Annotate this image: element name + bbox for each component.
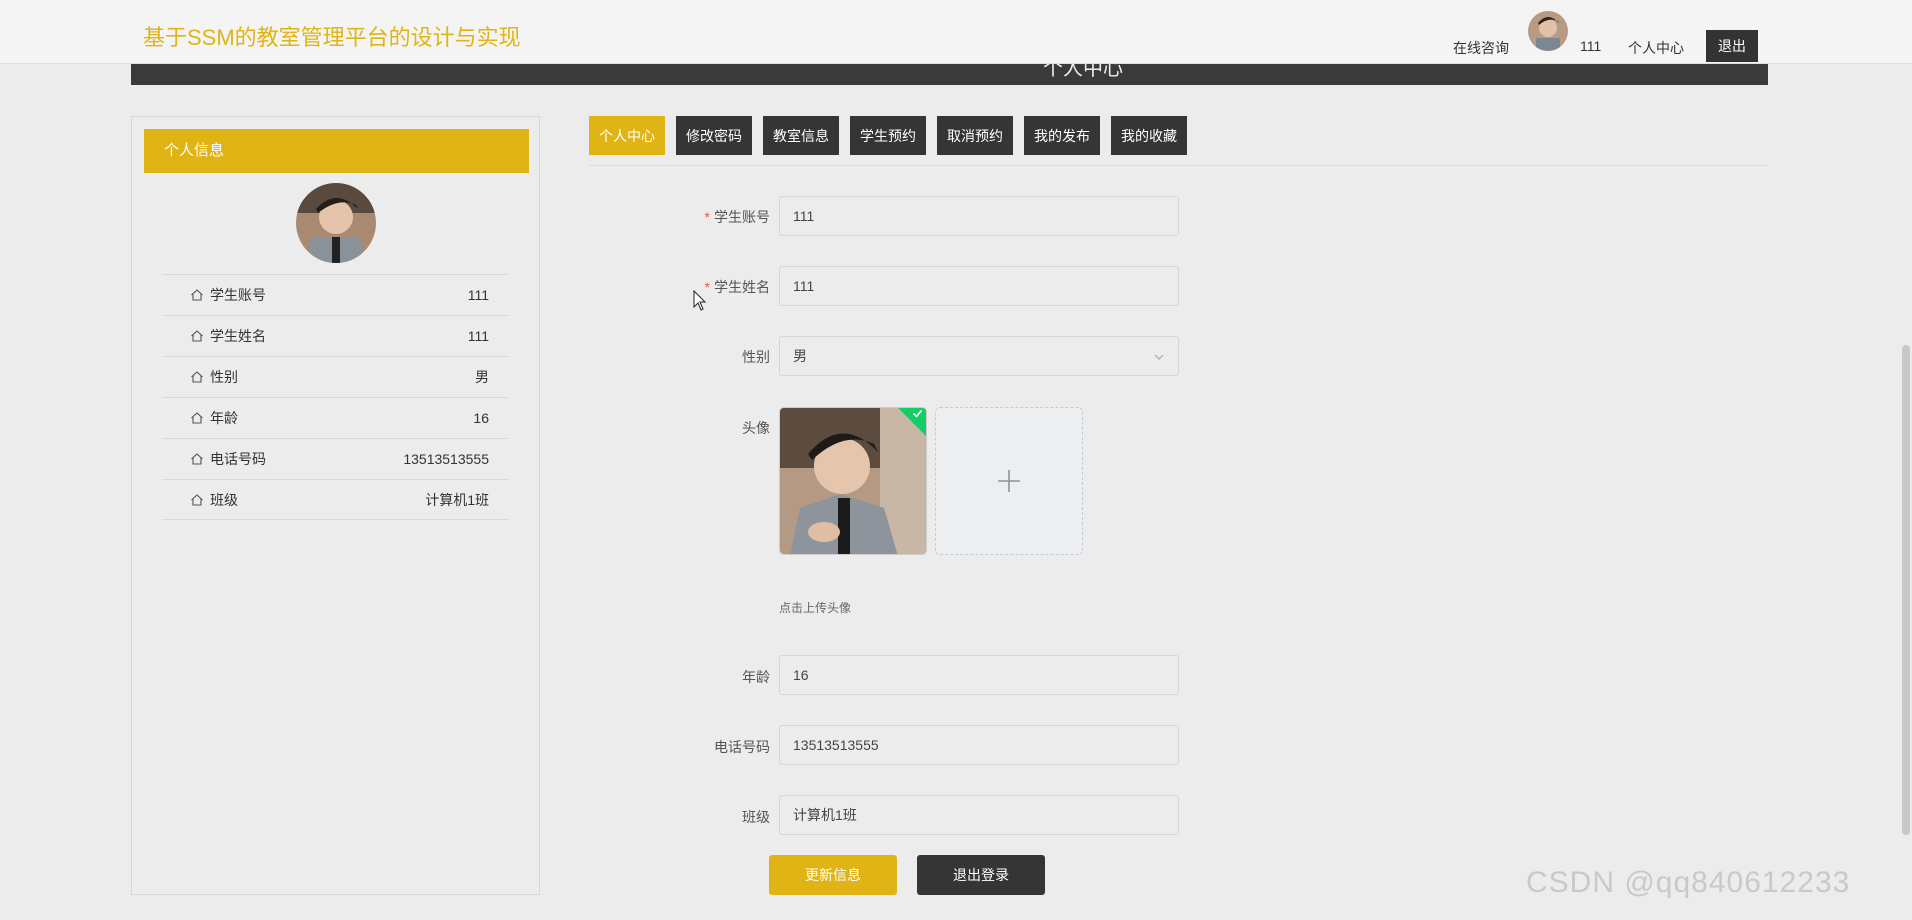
- info-value-name: 111: [467, 328, 489, 344]
- info-label-gender: 性别: [210, 369, 238, 385]
- account-label: * 学生账号: [704, 209, 770, 225]
- age-label: 年龄: [742, 669, 770, 685]
- page-scrollbar[interactable]: [1902, 345, 1910, 835]
- tab-my-posts[interactable]: 我的发布: [1024, 116, 1100, 155]
- tab-cancel-booking[interactable]: 取消预约: [937, 116, 1013, 155]
- info-row-name: 学生姓名 111: [162, 315, 509, 356]
- header-logout-button[interactable]: 退出: [1706, 30, 1758, 62]
- profile-panel: 个人信息 学生账号 111 学生姓名 111 性别 男 年龄 16 电话号码 1…: [131, 116, 540, 895]
- tab-my-favorites[interactable]: 我的收藏: [1111, 116, 1187, 155]
- info-row-account: 学生账号 111: [162, 274, 509, 315]
- profile-tabs: 个人中心 修改密码 教室信息 学生预约 取消预约 我的发布 我的收藏: [589, 116, 1187, 155]
- avatar-preview[interactable]: [779, 407, 927, 555]
- plus-icon: [998, 470, 1020, 492]
- user-avatar[interactable]: [1528, 11, 1568, 51]
- page-banner: 个人中心: [131, 64, 1768, 85]
- avatar-label: 头像: [742, 420, 770, 436]
- phone-input[interactable]: 13513513555: [779, 725, 1179, 765]
- profile-avatar: [296, 183, 376, 263]
- watermark: CSDN @qq840612233: [1526, 866, 1851, 899]
- info-value-phone: 13513513555: [403, 451, 489, 467]
- age-input[interactable]: 16: [779, 655, 1179, 695]
- info-value-age: 16: [473, 410, 489, 426]
- avatar-upload-button[interactable]: [935, 407, 1083, 555]
- name-input[interactable]: 111: [779, 266, 1179, 306]
- home-icon: [191, 412, 203, 424]
- home-icon: [191, 453, 203, 465]
- banner-title: 个人中心: [1043, 64, 1123, 80]
- personal-center-link[interactable]: 个人中心: [1628, 38, 1684, 58]
- tab-personal-center[interactable]: 个人中心: [589, 116, 665, 155]
- info-row-gender: 性别 男: [162, 356, 509, 397]
- gender-label: 性别: [742, 349, 770, 365]
- home-icon: [191, 289, 203, 301]
- info-row-class: 班级 计算机1班: [162, 479, 509, 520]
- online-consult-link[interactable]: 在线咨询: [1453, 38, 1509, 58]
- home-icon: [191, 493, 203, 506]
- info-label-age: 年龄: [210, 410, 238, 426]
- check-icon: [913, 409, 923, 418]
- profile-info-list: 学生账号 111 学生姓名 111 性别 男 年龄 16 电话号码 135135…: [162, 274, 509, 520]
- home-icon: [191, 330, 203, 342]
- info-row-phone: 电话号码 13513513555: [162, 438, 509, 479]
- profile-panel-title: 个人信息: [144, 129, 529, 173]
- gender-selected-value: 男: [793, 348, 807, 364]
- site-title[interactable]: 基于SSM的教室管理平台的设计与实现: [143, 20, 521, 52]
- chevron-down-icon: [1154, 354, 1164, 360]
- class-input[interactable]: 计算机1班: [779, 795, 1179, 835]
- info-value-gender: 男: [475, 369, 489, 385]
- class-label: 班级: [742, 809, 770, 825]
- upload-tip: 点击上传头像: [779, 601, 852, 615]
- required-mark: *: [704, 209, 710, 225]
- tabs-divider: [589, 165, 1768, 166]
- info-label-phone: 电话号码: [210, 451, 266, 467]
- gender-select[interactable]: 男: [779, 336, 1179, 376]
- phone-label: 电话号码: [714, 739, 770, 755]
- info-value-account: 111: [467, 287, 489, 303]
- account-input[interactable]: 111: [779, 196, 1179, 236]
- info-label-name: 学生姓名: [210, 328, 266, 344]
- info-label-class: 班级: [210, 491, 238, 508]
- info-value-class: 计算机1班: [425, 491, 489, 508]
- top-header: 基于SSM的教室管理平台的设计与实现 在线咨询 111 个人中心 退出: [0, 0, 1912, 64]
- tab-student-booking[interactable]: 学生预约: [850, 116, 926, 155]
- update-info-button[interactable]: 更新信息: [769, 855, 897, 895]
- name-label: * 学生姓名: [704, 279, 770, 295]
- mouse-cursor-icon: [693, 289, 707, 315]
- username-label[interactable]: 111: [1580, 38, 1601, 54]
- logout-button[interactable]: 退出登录: [917, 855, 1045, 895]
- tab-classroom-info[interactable]: 教室信息: [763, 116, 839, 155]
- info-label-account: 学生账号: [210, 287, 266, 303]
- info-row-age: 年龄 16: [162, 397, 509, 438]
- home-icon: [191, 371, 203, 383]
- tab-change-password[interactable]: 修改密码: [676, 116, 752, 155]
